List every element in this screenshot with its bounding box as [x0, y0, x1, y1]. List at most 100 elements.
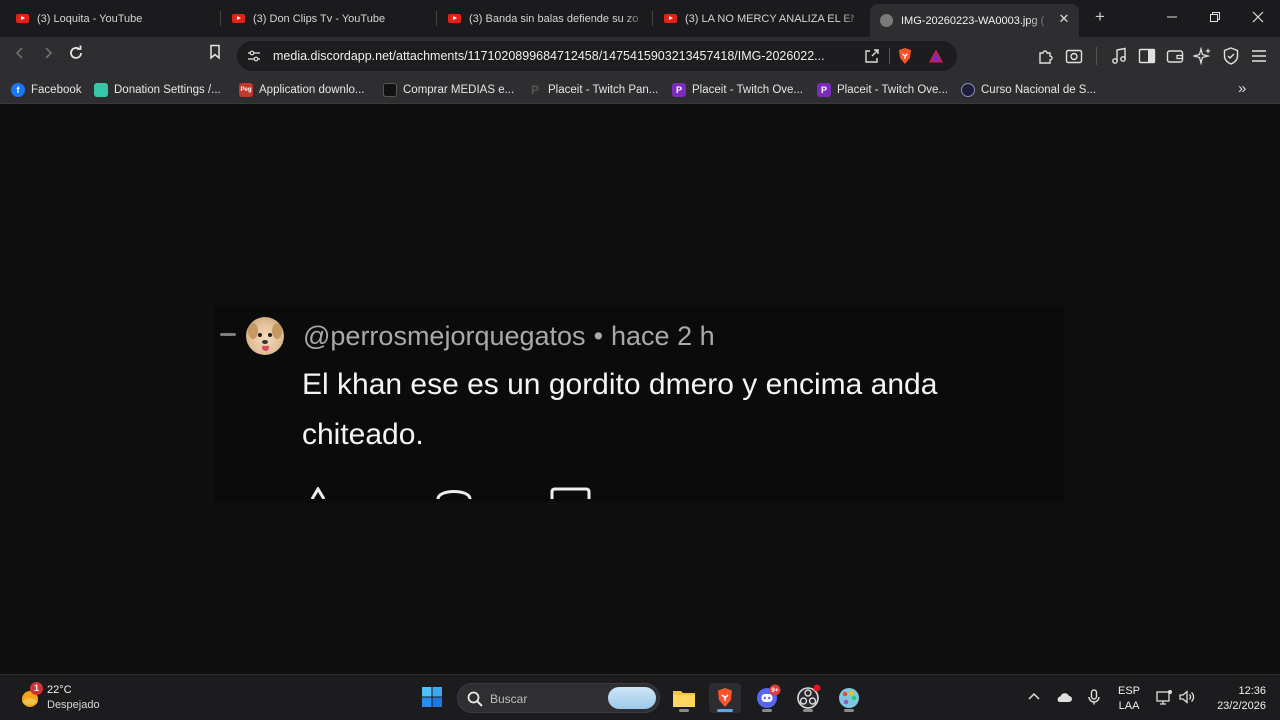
menu-icon[interactable]: [1249, 46, 1269, 66]
bookmark-label: Placeit - Twitch Pan...: [548, 83, 659, 96]
bookmark-item[interactable]: Curso Nacional de S...: [961, 81, 1096, 98]
bookmark-label: Placeit - Twitch Ove...: [692, 83, 803, 96]
bookmark-label: Facebook: [31, 83, 82, 96]
arrow-right-icon: [45, 47, 53, 59]
tab-2[interactable]: (3) Don Clips Tv - YouTube: [222, 4, 432, 33]
windows-start-icon[interactable]: [421, 686, 443, 708]
taskbar-file-explorer[interactable]: [668, 683, 700, 713]
course-icon: [961, 82, 975, 97]
search-highlight-image: [608, 687, 656, 709]
running-indicator: [717, 709, 733, 712]
comment-action-icons: [310, 487, 591, 499]
input-language[interactable]: ESP LAA: [1118, 684, 1140, 714]
toolbar-divider: [1096, 47, 1097, 65]
reload-icon: [70, 45, 82, 59]
taskbar-brave[interactable]: [709, 683, 741, 713]
bookmark-item[interactable]: Peg Application downlo...: [239, 81, 364, 98]
bookmark-item[interactable]: P Placeit - Twitch Ove...: [672, 81, 803, 98]
taskbar-obs[interactable]: [792, 683, 824, 713]
notification-badge: 1: [30, 682, 43, 695]
url-text[interactable]: media.discordapp.net/attachments/1171020…: [273, 49, 825, 63]
arrow-left-icon: [15, 47, 23, 59]
avatar-tongue: [262, 346, 269, 351]
tab-fade: [840, 4, 864, 33]
bookmark-item[interactable]: Donation Settings /...: [94, 81, 221, 98]
site-settings-icon[interactable]: [247, 49, 261, 63]
bookmark-item[interactable]: P Placeit - Twitch Pan...: [528, 81, 658, 98]
bookmark-label: Donation Settings /...: [114, 83, 221, 96]
address-bar[interactable]: media.discordapp.net/attachments/1171020…: [237, 41, 957, 71]
tab-4[interactable]: (3) LA NO MERCY ANALIZA EL ENFRENTAMIENT…: [654, 4, 864, 33]
tab-fade: [1027, 4, 1051, 37]
tab-title: (3) Don Clips Tv - YouTube: [253, 12, 386, 25]
minimize-button[interactable]: [1159, 6, 1185, 30]
sidebar-icon[interactable]: [1137, 46, 1157, 66]
weather-temperature[interactable]: 22°C: [47, 684, 72, 696]
brave-shields-icon[interactable]: [897, 47, 913, 65]
minimize-icon: [1167, 16, 1177, 18]
close-tab-icon[interactable]: ✕: [1057, 12, 1071, 26]
weather-condition[interactable]: Despejado: [47, 699, 100, 711]
keyboard-layout: LAA: [1118, 700, 1140, 712]
bookmark-label: Curso Nacional de S...: [981, 83, 1097, 96]
streamelements-icon: [94, 82, 108, 97]
bookmark-icon: [210, 44, 220, 60]
tab-5-active[interactable]: IMG-20260223-WA0003.jpg ( ✕: [870, 4, 1079, 37]
running-indicator: [803, 709, 813, 712]
screenshot-icon[interactable]: [1064, 46, 1084, 66]
bookmark-item[interactable]: Comprar MEDIAS e...: [383, 81, 514, 98]
brave-rewards-icon[interactable]: [928, 48, 944, 64]
tab-3[interactable]: (3) Banda sin balas defiende su zona: [438, 4, 648, 33]
avatar-nose: [262, 340, 268, 344]
discord-badge: 9+: [771, 687, 779, 694]
share-icon[interactable]: [863, 47, 881, 65]
new-tab-button[interactable]: +: [1090, 7, 1110, 27]
tab-fade: [624, 4, 648, 33]
vpn-shield-icon[interactable]: [1221, 46, 1241, 66]
comment-meta: @perrosmejorquegatos • hace 2 h: [303, 321, 715, 352]
placeit-icon: P: [817, 82, 831, 97]
reload-button[interactable]: [64, 44, 88, 68]
leo-ai-icon[interactable]: [1193, 46, 1213, 66]
close-icon: [1252, 11, 1264, 23]
running-indicator: [762, 709, 772, 712]
onedrive-cloud-icon[interactable]: [1055, 688, 1073, 706]
microphone-icon[interactable]: [1085, 688, 1103, 706]
taskbar-discord[interactable]: 9+: [751, 683, 783, 713]
extensions-icon[interactable]: [1036, 46, 1056, 66]
playlist-icon[interactable]: [1109, 46, 1129, 66]
clock-time: 12:36: [1238, 685, 1266, 697]
tab-1[interactable]: (3) Loquita - YouTube: [6, 4, 216, 33]
bookmark-label: Comprar MEDIAS e...: [403, 83, 515, 96]
browser-toolbar: media.discordapp.net/attachments/1171020…: [0, 37, 1280, 75]
clock[interactable]: 12:36 23/2/2026: [1206, 684, 1266, 714]
bookmark-item[interactable]: P Placeit - Twitch Ove...: [817, 81, 948, 98]
forward-button[interactable]: [36, 44, 60, 68]
youtube-icon: [664, 14, 677, 23]
wallet-icon[interactable]: [1165, 46, 1185, 66]
restore-icon: [1210, 12, 1220, 22]
comment-username: @perrosmejorquegatos: [303, 321, 586, 351]
bookmark-item[interactable]: f Facebook: [11, 81, 82, 98]
close-window-button[interactable]: [1245, 6, 1271, 30]
avatar-eye: [268, 333, 272, 337]
tab-divider: [436, 11, 437, 26]
chevron-up-icon[interactable]: [1025, 688, 1043, 706]
tab-title: IMG-20260223-WA0003.jpg (: [901, 14, 1045, 27]
youtube-icon: [448, 14, 461, 23]
tab-strip: (3) Loquita - YouTube (3) Don Clips Tv -…: [0, 0, 1280, 37]
image-viewer: @perrosmejorquegatos • hace 2 h El khan es…: [0, 105, 1280, 674]
network-icon[interactable]: [1155, 688, 1173, 706]
facebook-icon: f: [11, 82, 25, 97]
avatar: [246, 317, 284, 355]
avatar-ear: [248, 323, 258, 339]
back-button[interactable]: [8, 44, 32, 68]
volume-icon[interactable]: [1178, 688, 1196, 706]
more-bookmarks-button[interactable]: »: [1238, 80, 1246, 97]
taskbar-search[interactable]: Buscar: [457, 683, 660, 713]
restore-button[interactable]: [1202, 6, 1228, 30]
bookmark-button[interactable]: [203, 44, 227, 68]
taskbar-app[interactable]: [833, 683, 865, 713]
windows-taskbar: 1 22°C Despejado Buscar 9+ ESP LAA 12:36: [0, 674, 1280, 720]
language-code: ESP: [1118, 685, 1141, 697]
